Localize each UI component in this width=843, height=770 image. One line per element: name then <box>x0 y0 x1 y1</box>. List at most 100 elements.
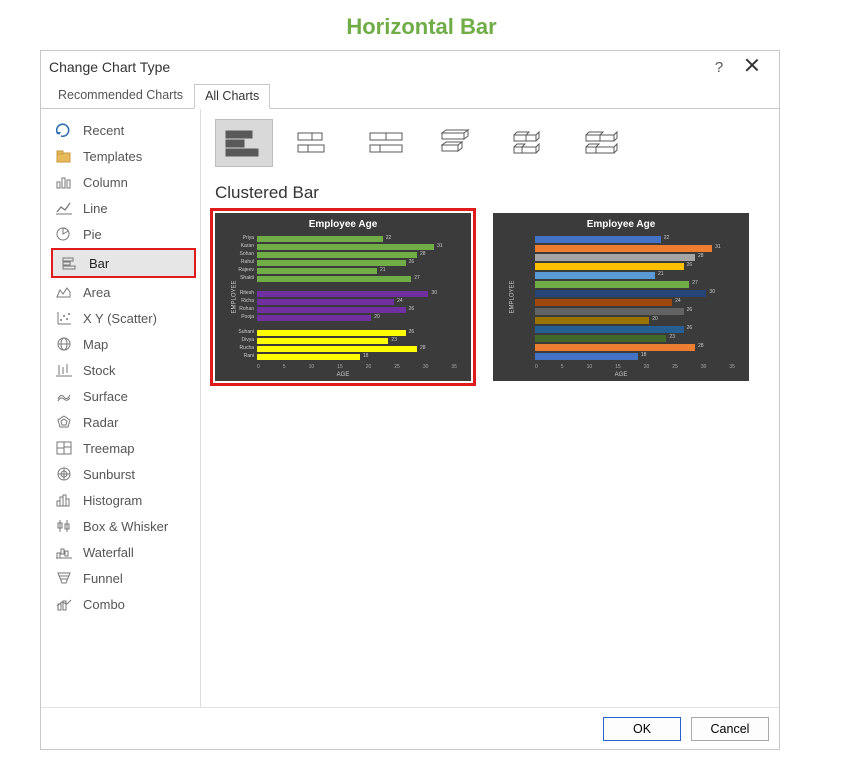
combo-icon <box>55 596 73 612</box>
value-label: 23 <box>391 337 397 343</box>
x-y-scatter--icon <box>55 310 73 326</box>
sidebar-item-bar[interactable]: Bar <box>53 250 194 276</box>
sidebar-item-radar[interactable]: Radar <box>47 409 200 435</box>
close-button[interactable] <box>733 58 771 76</box>
sidebar-item-surface[interactable]: Surface <box>47 383 200 409</box>
sidebar-item-box-whisker[interactable]: Box & Whisker <box>47 513 200 539</box>
category-label: Rajeev <box>238 267 254 273</box>
sidebar-item-templates[interactable]: Templates <box>47 143 200 169</box>
bar-row: Rajeev21 <box>257 268 457 274</box>
bar-row: Rani18 <box>257 354 457 360</box>
value-label: 27 <box>692 280 698 286</box>
bars-container: Priya22Karan31Sohan28Rahul26Rajeev21Shak… <box>257 236 457 363</box>
chart-preview-grouped[interactable]: Employee AgeEMPLOYEEAGEPriya22Karan31Soh… <box>215 213 471 381</box>
bar: 31 <box>535 245 712 252</box>
subtype-3d-clustered-bar[interactable] <box>431 119 489 167</box>
category-label: Priya <box>243 235 254 241</box>
tab-all-charts[interactable]: All Charts <box>194 84 270 109</box>
bar: 30 <box>535 290 706 297</box>
sidebar-item-label: Waterfall <box>83 545 134 560</box>
bar-row: 26 <box>535 308 735 315</box>
sidebar-item-map[interactable]: Map <box>47 331 200 357</box>
category-label: Suhani <box>238 329 254 335</box>
bar-row: 27 <box>535 281 735 288</box>
category-label: Ritesh <box>240 290 254 296</box>
value-label: 20 <box>652 316 658 322</box>
map-icon <box>55 336 73 352</box>
sidebar-item-column[interactable]: Column <box>47 169 200 195</box>
bar: 22 <box>535 236 661 243</box>
value-label: 26 <box>409 259 415 265</box>
dialog-title: Change Chart Type <box>49 59 705 75</box>
bar-row: 21 <box>535 272 735 279</box>
sidebar-item-label: Treemap <box>83 441 135 456</box>
bar: 26 <box>257 260 406 266</box>
sidebar-item-treemap[interactable]: Treemap <box>47 435 200 461</box>
subtype-stacked-bar[interactable] <box>287 119 345 167</box>
subtype-title: Clustered Bar <box>215 183 765 203</box>
histogram-icon <box>55 492 73 508</box>
sidebar-item-histogram[interactable]: Histogram <box>47 487 200 513</box>
sidebar-item-recent[interactable]: Recent <box>47 117 200 143</box>
sidebar-item-waterfall[interactable]: Waterfall <box>47 539 200 565</box>
dialog-footer: OK Cancel <box>41 707 779 749</box>
category-label: Rahul <box>241 259 254 265</box>
bar-row: 28 <box>535 254 735 261</box>
bar: 28 <box>535 254 695 261</box>
bar-row: 24 <box>535 299 735 306</box>
bar: 26 <box>535 308 684 315</box>
subtype-clustered-bar[interactable] <box>215 119 273 167</box>
bars-container: 2231282621273024262026232818 <box>535 236 735 363</box>
sidebar-selected-highlight: Bar <box>51 248 196 278</box>
cancel-button[interactable]: Cancel <box>691 717 769 741</box>
sidebar-item-pie[interactable]: Pie <box>47 221 200 247</box>
page-heading: Horizontal Bar <box>0 0 843 46</box>
chart-preview-multicolor[interactable]: Employee AgeEMPLOYEEAGE22312826212730242… <box>493 213 749 381</box>
value-label: 21 <box>658 271 664 277</box>
ok-button[interactable]: OK <box>603 717 681 741</box>
value-label: 21 <box>380 267 386 273</box>
bar: 27 <box>257 276 411 282</box>
subtype-100-stacked-bar[interactable] <box>359 119 417 167</box>
bar-row: 26 <box>535 326 735 333</box>
category-label: Richa <box>241 298 254 304</box>
value-label: 27 <box>414 275 420 281</box>
subtype-3d-stacked-bar[interactable] <box>503 119 561 167</box>
sidebar-item-funnel[interactable]: Funnel <box>47 565 200 591</box>
sidebar-item-x-y-scatter-[interactable]: X Y (Scatter) <box>47 305 200 331</box>
sidebar-item-label: Funnel <box>83 571 123 586</box>
preview-plot-area: 2231282621273024262026232818 <box>493 232 749 381</box>
bar-row: Karan31 <box>257 244 457 250</box>
sidebar-item-label: Sunburst <box>83 467 135 482</box>
sunburst-icon <box>55 466 73 482</box>
sidebar-item-area[interactable]: Area <box>47 279 200 305</box>
bar: 23 <box>535 335 666 342</box>
sidebar-item-line[interactable]: Line <box>47 195 200 221</box>
bar-row: 18 <box>535 353 735 360</box>
category-label: Pooja <box>241 314 254 320</box>
subtype-3d-100-stacked-bar[interactable] <box>575 119 633 167</box>
chart-category-sidebar: RecentTemplatesColumnLinePie Bar Area X Y (… <box>41 109 201 707</box>
bar-row: Ritesh30 <box>257 291 457 297</box>
sidebar-item-label: Combo <box>83 597 125 612</box>
bar-row: Suhani26 <box>257 330 457 336</box>
sidebar-item-label: Area <box>83 285 110 300</box>
tab-recommended-charts[interactable]: Recommended Charts <box>47 83 194 108</box>
sidebar-item-combo[interactable]: Combo <box>47 591 200 617</box>
value-label: 22 <box>386 235 392 241</box>
bar-row: 23 <box>535 335 735 342</box>
box-whisker-icon <box>55 518 73 534</box>
sidebar-item-sunburst[interactable]: Sunburst <box>47 461 200 487</box>
help-button[interactable]: ? <box>705 59 733 76</box>
bar: 23 <box>257 338 388 344</box>
sidebar-item-label: Bar <box>89 256 109 271</box>
line-icon <box>55 200 73 216</box>
bar: 28 <box>535 344 695 351</box>
bar-row: 28 <box>535 344 735 351</box>
preview-title: Employee Age <box>493 213 749 232</box>
value-label: 26 <box>687 307 693 313</box>
bar-row: 30 <box>535 290 735 297</box>
sidebar-item-stock[interactable]: Stock <box>47 357 200 383</box>
funnel-icon <box>55 570 73 586</box>
bar: 26 <box>257 307 406 313</box>
